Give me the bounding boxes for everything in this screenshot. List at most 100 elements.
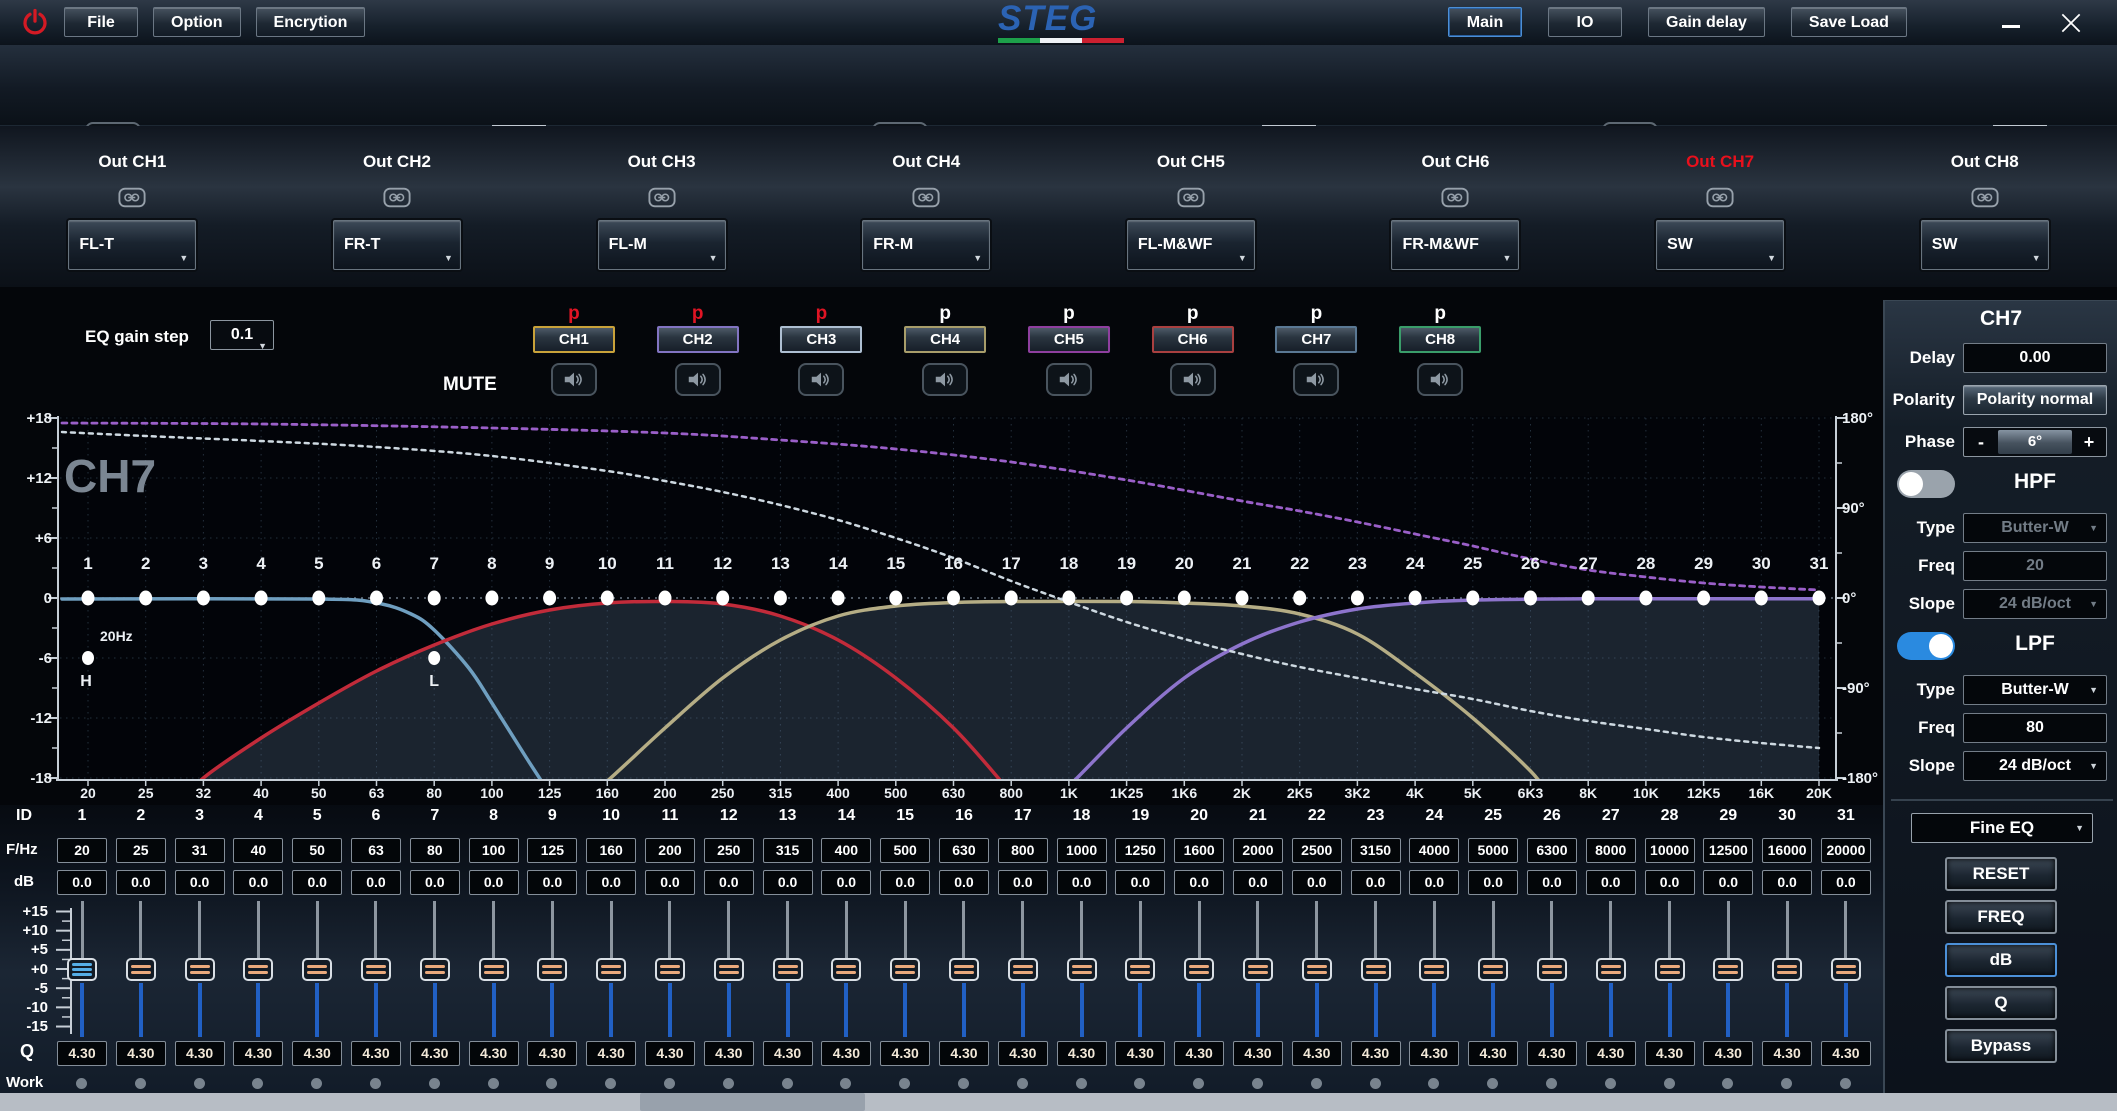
bypass-button[interactable]: Bypass <box>1945 1029 2057 1063</box>
delay-input[interactable]: 0.00 <box>1963 343 2107 373</box>
band-gain-slider-handle[interactable] <box>1361 958 1391 981</box>
band-gain-input[interactable]: 0.0 <box>880 870 930 895</box>
eq-point-27[interactable] <box>1582 591 1595 606</box>
band-q-input[interactable]: 4.30 <box>1057 1041 1107 1066</box>
reset-button[interactable]: RESET <box>1945 857 2057 891</box>
band-gain-slider-handle[interactable] <box>1772 958 1802 981</box>
phase-increase-button[interactable]: + <box>2072 428 2106 456</box>
channel-ch8-button[interactable]: CH8 <box>1399 326 1481 353</box>
band-gain-slider-handle[interactable] <box>1419 958 1449 981</box>
band-gain-input[interactable]: 0.0 <box>1586 870 1636 895</box>
eq-point-10[interactable] <box>601 591 614 606</box>
eq-point-6[interactable] <box>370 591 383 606</box>
channel-ch1-mute-button[interactable] <box>551 363 597 396</box>
band-q-input[interactable]: 4.30 <box>1468 1041 1518 1066</box>
band-gain-input[interactable]: 0.0 <box>1527 870 1577 895</box>
band-gain-input[interactable]: 0.0 <box>1762 870 1812 895</box>
band-gain-input[interactable]: 0.0 <box>1351 870 1401 895</box>
band-q-input[interactable]: 4.30 <box>292 1041 342 1066</box>
band-q-input[interactable]: 4.30 <box>469 1041 519 1066</box>
band-gain-input[interactable]: 0.0 <box>527 870 577 895</box>
band-q-input[interactable]: 4.30 <box>1762 1041 1812 1066</box>
band-frequency-input[interactable]: 63 <box>351 838 401 863</box>
eq-point-7[interactable] <box>428 591 441 606</box>
band-gain-input[interactable]: 0.0 <box>1645 870 1695 895</box>
menu-file-button[interactable]: File <box>64 7 138 37</box>
channel-ch3-button[interactable]: CH3 <box>780 326 862 353</box>
eq-point-17[interactable] <box>1005 591 1018 606</box>
link-channels-button[interactable] <box>115 185 149 209</box>
eq-point-1[interactable] <box>82 591 95 606</box>
band-gain-input[interactable]: 0.0 <box>1057 870 1107 895</box>
eq-point-13[interactable] <box>774 591 787 606</box>
channel-ch8-mute-button[interactable] <box>1417 363 1463 396</box>
band-frequency-input[interactable]: 250 <box>704 838 754 863</box>
band-gain-input[interactable]: 0.0 <box>233 870 283 895</box>
link-channels-button[interactable] <box>380 185 414 209</box>
band-frequency-input[interactable]: 3150 <box>1351 838 1401 863</box>
nav-io-button[interactable]: IO <box>1548 7 1622 37</box>
band-gain-slider-handle[interactable] <box>361 958 391 981</box>
eq-point-28[interactable] <box>1639 591 1652 606</box>
nav-main-button[interactable]: Main <box>1448 7 1522 37</box>
band-gain-input[interactable]: 0.0 <box>586 870 636 895</box>
band-gain-slider-handle[interactable] <box>537 958 567 981</box>
band-gain-slider-handle[interactable] <box>1243 958 1273 981</box>
band-gain-input[interactable]: 0.0 <box>292 870 342 895</box>
link-channels-button[interactable] <box>1703 185 1737 209</box>
band-frequency-input[interactable]: 100 <box>469 838 519 863</box>
band-frequency-input[interactable]: 20 <box>57 838 107 863</box>
polarity-toggle-button[interactable]: Polarity normal <box>1963 385 2107 415</box>
band-gain-slider-handle[interactable] <box>1537 958 1567 981</box>
band-frequency-input[interactable]: 16000 <box>1762 838 1812 863</box>
band-frequency-input[interactable]: 40 <box>233 838 283 863</box>
link-channels-button[interactable] <box>1174 185 1208 209</box>
eq-point-9[interactable] <box>543 591 556 606</box>
band-gain-input[interactable]: 0.0 <box>821 870 871 895</box>
channel-ch3-mute-button[interactable] <box>798 363 844 396</box>
band-q-input[interactable]: 4.30 <box>1233 1041 1283 1066</box>
band-frequency-input[interactable]: 4000 <box>1409 838 1459 863</box>
band-gain-slider-handle[interactable] <box>1655 958 1685 981</box>
eq-point-29[interactable] <box>1697 591 1710 606</box>
eq-point-22[interactable] <box>1293 591 1306 606</box>
band-gain-slider-handle[interactable] <box>1067 958 1097 981</box>
hpf-freq-input[interactable]: 20 <box>1963 551 2107 581</box>
lpf-slope-select[interactable]: 24 dB/oct▼ <box>1963 751 2107 781</box>
output-assignment-select[interactable]: FR-M▼ <box>862 220 990 270</box>
band-frequency-input[interactable]: 1250 <box>1115 838 1165 863</box>
channel-ch6-mute-button[interactable] <box>1170 363 1216 396</box>
link-channels-button[interactable] <box>645 185 679 209</box>
eq-point-8[interactable] <box>485 591 498 606</box>
band-frequency-input[interactable]: 80 <box>410 838 460 863</box>
band-gain-slider-handle[interactable] <box>1302 958 1332 981</box>
band-q-input[interactable]: 4.30 <box>880 1041 930 1066</box>
hpf-type-select[interactable]: Butter-W▼ <box>1963 513 2107 543</box>
band-frequency-input[interactable]: 8000 <box>1586 838 1636 863</box>
q-button[interactable]: Q <box>1945 986 2057 1020</box>
band-gain-input[interactable]: 0.0 <box>1703 870 1753 895</box>
band-q-input[interactable]: 4.30 <box>821 1041 871 1066</box>
band-frequency-input[interactable]: 6300 <box>1527 838 1577 863</box>
band-gain-slider-handle[interactable] <box>714 958 744 981</box>
band-gain-slider-handle[interactable] <box>596 958 626 981</box>
band-q-input[interactable]: 4.30 <box>704 1041 754 1066</box>
channel-ch4-button[interactable]: CH4 <box>904 326 986 353</box>
band-frequency-input[interactable]: 400 <box>821 838 871 863</box>
band-q-input[interactable]: 4.30 <box>645 1041 695 1066</box>
band-q-input[interactable]: 4.30 <box>1645 1041 1695 1066</box>
output-assignment-select[interactable]: SW▼ <box>1921 220 2049 270</box>
band-q-input[interactable]: 4.30 <box>410 1041 460 1066</box>
band-gain-input[interactable]: 0.0 <box>410 870 460 895</box>
band-q-input[interactable]: 4.30 <box>763 1041 813 1066</box>
band-gain-slider-handle[interactable] <box>1831 958 1861 981</box>
band-gain-slider-handle[interactable] <box>831 958 861 981</box>
band-frequency-input[interactable]: 12500 <box>1703 838 1753 863</box>
link-channels-button[interactable] <box>1968 185 2002 209</box>
band-q-input[interactable]: 4.30 <box>57 1041 107 1066</box>
band-frequency-input[interactable]: 200 <box>645 838 695 863</box>
output-assignment-select[interactable]: FL-T▼ <box>68 220 196 270</box>
channel-ch1-button[interactable]: CH1 <box>533 326 615 353</box>
channel-ch4-mute-button[interactable] <box>922 363 968 396</box>
band-gain-input[interactable]: 0.0 <box>1174 870 1224 895</box>
